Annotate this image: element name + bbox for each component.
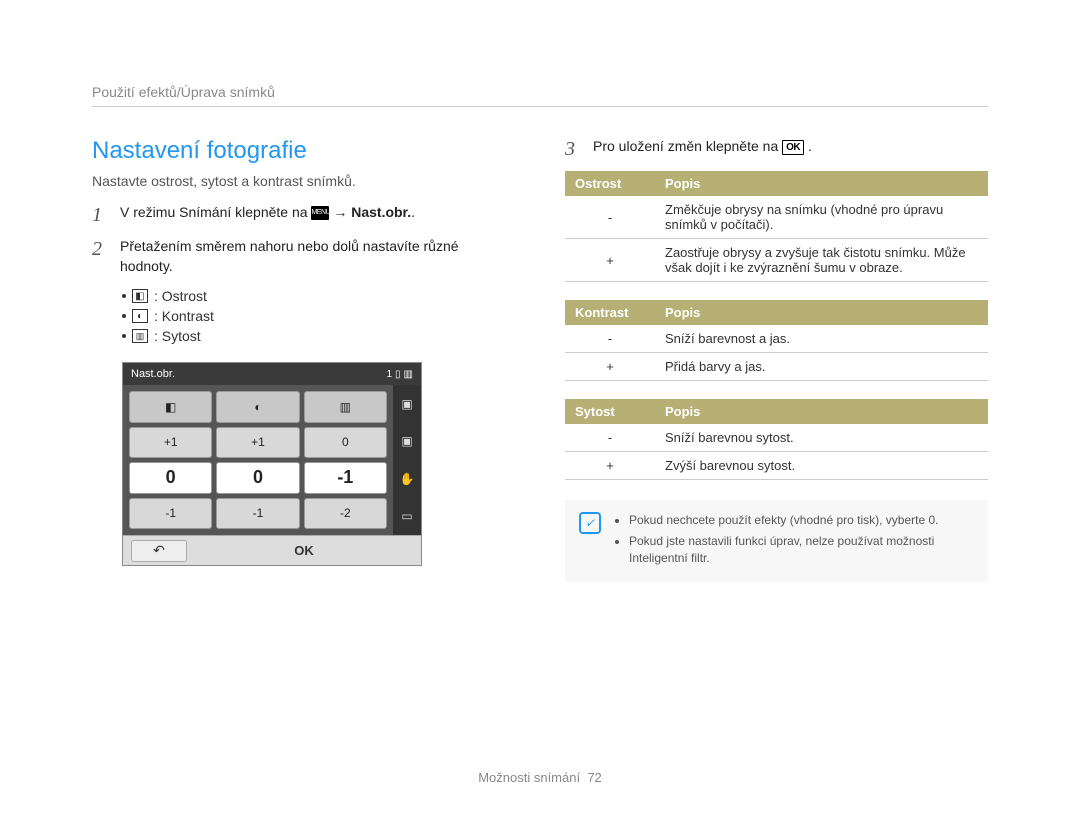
- th-kontrast: Kontrast: [565, 300, 655, 325]
- ok-button[interactable]: OK: [187, 543, 421, 558]
- step-1-prefix: V režimu Snímání klepněte na: [120, 204, 311, 220]
- col-sharpness-icon: ◧: [129, 391, 212, 423]
- side-icon: ▭: [401, 509, 412, 523]
- step-1: 1 V režimu Snímání klepněte na MENU → Na…: [92, 203, 515, 225]
- side-icons: ▣ ▣ ✋ ▭: [393, 385, 421, 535]
- list-item: : Kontrast: [122, 308, 515, 324]
- left-column: Nastavení fotografie Nastavte ostrost, s…: [92, 137, 515, 582]
- cell[interactable]: +1: [129, 427, 212, 459]
- memory-icon: ▯: [395, 369, 401, 380]
- table-row: + Zaostřuje obrysy a zvyšuje tak čistotu…: [565, 239, 988, 282]
- col-contrast-icon: ◐: [216, 391, 299, 423]
- note-box: ✓ Pokud nechcete použít efekty (vhodné p…: [565, 500, 988, 582]
- cell-key: +: [565, 353, 655, 381]
- col-saturation-icon: ▥: [304, 391, 387, 423]
- arrow: →: [333, 204, 347, 220]
- cell[interactable]: +1: [216, 427, 299, 459]
- saturation-label: : Sytost: [154, 328, 201, 344]
- table-row: ◧ ◐ ▥: [129, 391, 387, 423]
- th-popis: Popis: [655, 171, 988, 196]
- list-item: : Sytost: [122, 328, 515, 344]
- step-2-text: Přetažením směrem nahoru nebo dolů nasta…: [120, 237, 515, 276]
- sharpness-icon: [132, 289, 148, 303]
- cell-val: Přidá barvy a jas.: [655, 353, 988, 381]
- bullet-icon: [122, 314, 126, 318]
- saturation-icon: [132, 329, 148, 343]
- cell-val: Sníží barevnost a jas.: [655, 325, 988, 353]
- side-icon: ✋: [400, 472, 415, 486]
- cell[interactable]: -1: [129, 498, 212, 530]
- ok-icon: OK: [782, 140, 804, 155]
- step-1-suffix: .: [411, 204, 415, 220]
- bullet-icon: [122, 294, 126, 298]
- list-item: : Ostrost: [122, 288, 515, 304]
- sharpness-label: : Ostrost: [154, 288, 207, 304]
- footer-page: 72: [587, 770, 601, 785]
- cell[interactable]: -1: [304, 462, 387, 494]
- menu-icon: MENU: [311, 206, 329, 220]
- note-item: Pokud nechcete použít efekty (vhodné pro…: [629, 512, 974, 529]
- cell[interactable]: -2: [304, 498, 387, 530]
- back-button[interactable]: ↶: [131, 540, 187, 562]
- step-3-suffix: .: [808, 138, 812, 154]
- table-sytost: Sytost Popis - Sníží barevnou sytost. + …: [565, 399, 988, 480]
- table-row: - Sníží barevnost a jas.: [565, 325, 988, 353]
- table-row: +1 +1 0: [129, 427, 387, 459]
- page-subtitle: Nastavte ostrost, sytost a kontrast sním…: [92, 173, 515, 189]
- cell-key: +: [565, 239, 655, 282]
- page-footer: Možnosti snímání 72: [0, 770, 1080, 785]
- cell-val: Sníží barevnou sytost.: [655, 424, 988, 452]
- step-number: 3: [565, 137, 583, 159]
- cell[interactable]: 0: [216, 462, 299, 494]
- cell-val: Změkčuje obrysy na snímku (vhodné pro úp…: [655, 196, 988, 239]
- step-3-prefix: Pro uložení změn klepněte na: [593, 138, 782, 154]
- th-popis: Popis: [655, 300, 988, 325]
- cell-val: Zaostřuje obrysy a zvyšuje tak čistotu s…: [655, 239, 988, 282]
- step-number: 2: [92, 237, 110, 276]
- screenshot-count: 1: [386, 369, 392, 380]
- contrast-icon: [132, 309, 148, 323]
- table-kontrast: Kontrast Popis - Sníží barevnost a jas. …: [565, 300, 988, 381]
- table-row: -1 -1 -2: [129, 498, 387, 530]
- cell[interactable]: 0: [129, 462, 212, 494]
- cell-val: Zvýší barevnou sytost.: [655, 452, 988, 480]
- step-number: 1: [92, 203, 110, 225]
- th-popis: Popis: [655, 399, 988, 424]
- step-3: 3 Pro uložení změn klepněte na OK .: [565, 137, 988, 159]
- table-ostrost: Ostrost Popis - Změkčuje obrysy na snímk…: [565, 171, 988, 282]
- cell-key: +: [565, 452, 655, 480]
- th-sytost: Sytost: [565, 399, 655, 424]
- table-row-active: 0 0 -1: [129, 462, 387, 494]
- table-row: + Zvýší barevnou sytost.: [565, 452, 988, 480]
- note-item: Pokud jste nastavili funkci úprav, nelze…: [629, 533, 974, 567]
- cell[interactable]: 0: [304, 427, 387, 459]
- screenshot-title: Nast.obr.: [131, 368, 175, 380]
- cell-key: -: [565, 196, 655, 239]
- right-column: 3 Pro uložení změn klepněte na OK . Ostr…: [565, 137, 988, 582]
- step-2: 2 Přetažením směrem nahoru nebo dolů nas…: [92, 237, 515, 276]
- page-title: Nastavení fotografie: [92, 137, 515, 165]
- side-icon: ▣: [401, 434, 412, 448]
- th-ostrost: Ostrost: [565, 171, 655, 196]
- battery-icon: ▥: [404, 369, 413, 380]
- breadcrumb: Použití efektů/Úprava snímků: [92, 84, 988, 107]
- table-row: - Sníží barevnou sytost.: [565, 424, 988, 452]
- bullet-icon: [122, 334, 126, 338]
- cell-key: -: [565, 325, 655, 353]
- icon-list: : Ostrost : Kontrast : Sytost: [122, 288, 515, 344]
- footer-label: Možnosti snímání: [478, 770, 580, 785]
- device-screenshot: Nast.obr. 1 ▯ ▥ ◧ ◐ ▥ +1 +1: [122, 362, 422, 566]
- cell-key: -: [565, 424, 655, 452]
- contrast-label: : Kontrast: [154, 308, 214, 324]
- step-1-target: Nast.obr.: [351, 204, 411, 220]
- side-icon: ▣: [401, 397, 412, 411]
- table-row: + Přidá barvy a jas.: [565, 353, 988, 381]
- table-row: - Změkčuje obrysy na snímku (vhodné pro …: [565, 196, 988, 239]
- info-icon: ✓: [579, 512, 601, 534]
- cell[interactable]: -1: [216, 498, 299, 530]
